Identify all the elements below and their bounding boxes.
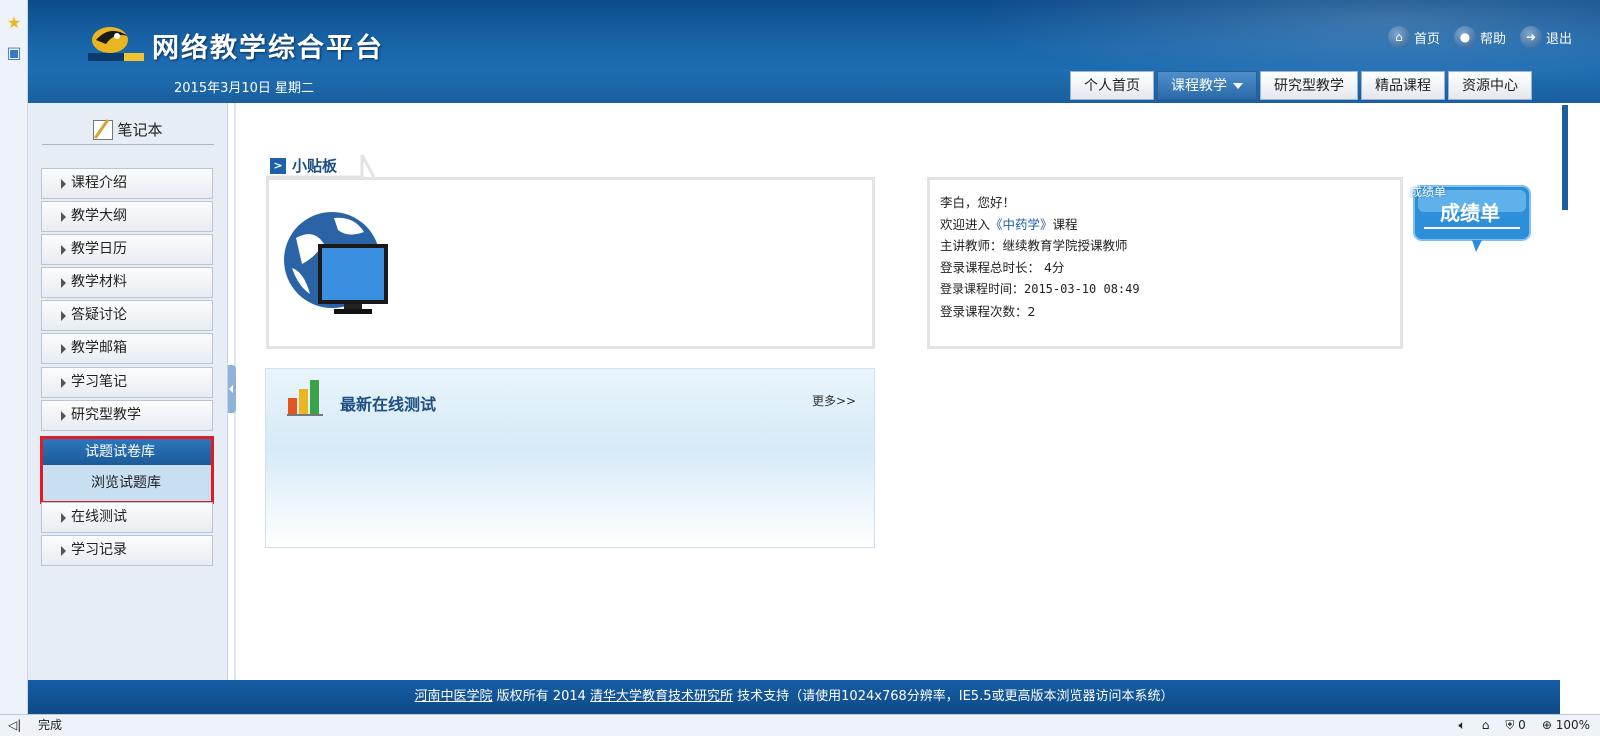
tab-course-teaching[interactable]: 课程教学 bbox=[1157, 71, 1257, 100]
latest-tests-title: 最新在线测试 bbox=[340, 395, 437, 414]
notebook-label: 笔记本 bbox=[117, 121, 163, 139]
tab-resource-center[interactable]: 资源中心 bbox=[1448, 71, 1532, 100]
main-nav-tabs: 个人首页 课程教学 研究型教学 精品课程 资源中心 bbox=[1070, 71, 1532, 100]
home-link-label: 首页 bbox=[1413, 31, 1440, 47]
sidebar-item-label: 研究型教学 bbox=[71, 407, 141, 423]
sidebar-item-label: 教学日历 bbox=[71, 241, 127, 257]
login-time-text: 登录课程时间：2015-03-10 08:49 bbox=[940, 281, 1140, 296]
favorites-star-icon[interactable]: ★ bbox=[5, 14, 23, 32]
sidebar-item-label: 教学邮箱 bbox=[71, 340, 127, 356]
sidebar-item-qa[interactable]: 答疑讨论 bbox=[41, 300, 213, 331]
copyright-text: 版权所有 2014 bbox=[492, 689, 591, 704]
globe-computer-icon bbox=[284, 212, 388, 314]
feeds-icon[interactable]: ▣ bbox=[5, 44, 23, 62]
welcome-prefix: 欢迎进入 bbox=[940, 216, 991, 232]
sidebar-item-calendar[interactable]: 教学日历 bbox=[41, 234, 213, 265]
total-time-text: 登录课程总时长： 4分 bbox=[940, 260, 1065, 276]
sidebar-item-label: 教学材料 bbox=[71, 274, 127, 290]
browser-left-strip: ★ ▣ bbox=[0, 0, 28, 714]
help-link-label: 帮助 bbox=[1479, 31, 1506, 47]
course-name-link[interactable]: 《中药学》 bbox=[990, 217, 1053, 232]
scrollbar-thumb[interactable] bbox=[1562, 105, 1568, 210]
top-links: ⌂ 首页 ● 帮助 ➜ 退出 bbox=[1387, 26, 1572, 48]
sidebar-item-label: 课程介绍 bbox=[71, 175, 127, 191]
speaker-icon[interactable]: 🔈︎ bbox=[1459, 715, 1466, 736]
grade-button-label: 成绩单 bbox=[1440, 201, 1500, 225]
sidebar-item-online-test[interactable]: 在线测试 bbox=[41, 502, 213, 533]
tab-label: 资源中心 bbox=[1462, 78, 1518, 94]
browser-window: ★ ▣ 网络教学综合平台 2015年3月10日 星期二 ⌂ 首页 ● 帮助 ➜ bbox=[0, 0, 1600, 752]
welcome-suffix: 课程 bbox=[1052, 216, 1078, 232]
sidebar-subitem-label: 浏览试题库 bbox=[91, 475, 161, 491]
browser-status-bar: ◁| 完成 🔈︎ ⌂ ⛨ 0 ⊕ 100% bbox=[0, 714, 1600, 736]
sidebar-item-label: 试题试卷库 bbox=[85, 444, 155, 460]
tab-research-teaching[interactable]: 研究型教学 bbox=[1260, 71, 1358, 100]
notebook-icon bbox=[93, 119, 114, 140]
sidebar-item-label: 学习笔记 bbox=[71, 374, 127, 390]
sidebar-item-notes[interactable]: 学习笔记 bbox=[41, 367, 213, 398]
sidebar-subitem-browse-bank[interactable]: 浏览试题库 bbox=[43, 465, 211, 501]
zoom-value: 100% bbox=[1555, 718, 1590, 732]
bar-chart-icon bbox=[287, 380, 323, 416]
teacher-text: 主讲教师：继续教育学院授课教师 bbox=[940, 238, 1128, 254]
home-link[interactable]: ⌂ 首页 bbox=[1387, 26, 1440, 48]
status-indicators: 🔈︎ ⌂ ⛨ 0 ⊕ 100% bbox=[1459, 715, 1590, 736]
more-tests-link[interactable]: 更多>> bbox=[812, 392, 856, 409]
support-org-link[interactable]: 清华大学教育技术研究所 bbox=[590, 689, 733, 704]
sidebar-item-label: 教学大纲 bbox=[71, 208, 127, 224]
sidebar-item-learning-record[interactable]: 学习记录 bbox=[41, 535, 213, 566]
sidebar-item-research[interactable]: 研究型教学 bbox=[41, 400, 213, 431]
logout-link-label: 退出 bbox=[1545, 31, 1572, 47]
site-title: 网络教学综合平台 bbox=[152, 33, 384, 64]
grade-alt-text: 成绩单 bbox=[1410, 185, 1447, 199]
help-icon: ● bbox=[1453, 26, 1476, 48]
sidebar-item-label: 答疑讨论 bbox=[71, 307, 127, 323]
greeting-text: 李白，您好！ bbox=[940, 195, 1016, 210]
collapse-sidebar-handle[interactable] bbox=[228, 365, 236, 413]
tsinghua-eol-logo bbox=[88, 27, 144, 61]
sidebar-item-course-intro[interactable]: 课程介绍 bbox=[41, 168, 213, 199]
arrow-right-icon: > bbox=[270, 157, 286, 174]
school-link[interactable]: 河南中医学院 bbox=[415, 689, 493, 704]
privacy-count: 0 bbox=[1518, 718, 1526, 732]
support-text: 技术支持（请使用1024x768分辨率，IE5.5或更高版本浏览器访问本系统） bbox=[733, 689, 1174, 704]
tab-label: 个人首页 bbox=[1084, 78, 1140, 94]
back-arrow-icon[interactable]: ◁| bbox=[8, 715, 21, 736]
sidebar-item-label: 学习记录 bbox=[71, 542, 127, 558]
current-date: 2015年3月10日 星期二 bbox=[174, 81, 315, 96]
logout-link[interactable]: ➜ 退出 bbox=[1519, 26, 1572, 48]
page-header: 网络教学综合平台 2015年3月10日 星期二 ⌂ 首页 ● 帮助 ➜ 退出 个… bbox=[28, 0, 1600, 103]
zoom-level[interactable]: ⊕ 100% bbox=[1542, 715, 1590, 736]
notebook-link[interactable]: 笔记本 bbox=[42, 115, 214, 145]
sidebar: 笔记本 课程介绍 教学大纲 教学日历 教学材料 答疑讨论 教学邮箱 学习笔记 研… bbox=[28, 103, 228, 680]
tab-label: 课程教学 bbox=[1171, 78, 1227, 94]
chevron-down-icon bbox=[1233, 83, 1243, 89]
board-title: > 小贴板 bbox=[270, 155, 337, 176]
tab-quality-courses[interactable]: 精品课程 bbox=[1361, 71, 1445, 100]
help-link[interactable]: ● 帮助 bbox=[1453, 26, 1506, 48]
sidebar-item-mailbox[interactable]: 教学邮箱 bbox=[41, 333, 213, 364]
sidebar-item-question-bank[interactable]: 试题试卷库 bbox=[43, 439, 211, 471]
home-icon: ⌂ bbox=[1387, 26, 1410, 48]
sidebar-item-syllabus[interactable]: 教学大纲 bbox=[41, 201, 213, 232]
sidebar-item-materials[interactable]: 教学材料 bbox=[41, 267, 213, 298]
login-count-text: 登录课程次数：2 bbox=[940, 303, 1036, 319]
privacy-counter[interactable]: ⛨ 0 bbox=[1505, 715, 1525, 736]
course-info-panel: 李白，您好！ 欢迎进入《中药学》课程 主讲教师：继续教育学院授课教师 登录课程总… bbox=[927, 177, 1403, 349]
logout-icon: ➜ bbox=[1519, 26, 1542, 48]
board-title-label: 小贴板 bbox=[292, 157, 338, 175]
tab-label: 精品课程 bbox=[1375, 78, 1431, 94]
page-footer: 河南中医学院 版权所有 2014 清华大学教育技术研究所 技术支持（请使用102… bbox=[28, 680, 1560, 714]
tab-personal-home[interactable]: 个人首页 bbox=[1070, 71, 1154, 100]
sidebar-item-label: 在线测试 bbox=[71, 509, 127, 525]
status-text: 完成 bbox=[38, 718, 63, 732]
welcome-line: 欢迎进入《中药学》课程 bbox=[940, 214, 1390, 236]
security-lock-icon[interactable]: ⌂ bbox=[1482, 715, 1490, 736]
tab-label: 研究型教学 bbox=[1274, 78, 1344, 94]
